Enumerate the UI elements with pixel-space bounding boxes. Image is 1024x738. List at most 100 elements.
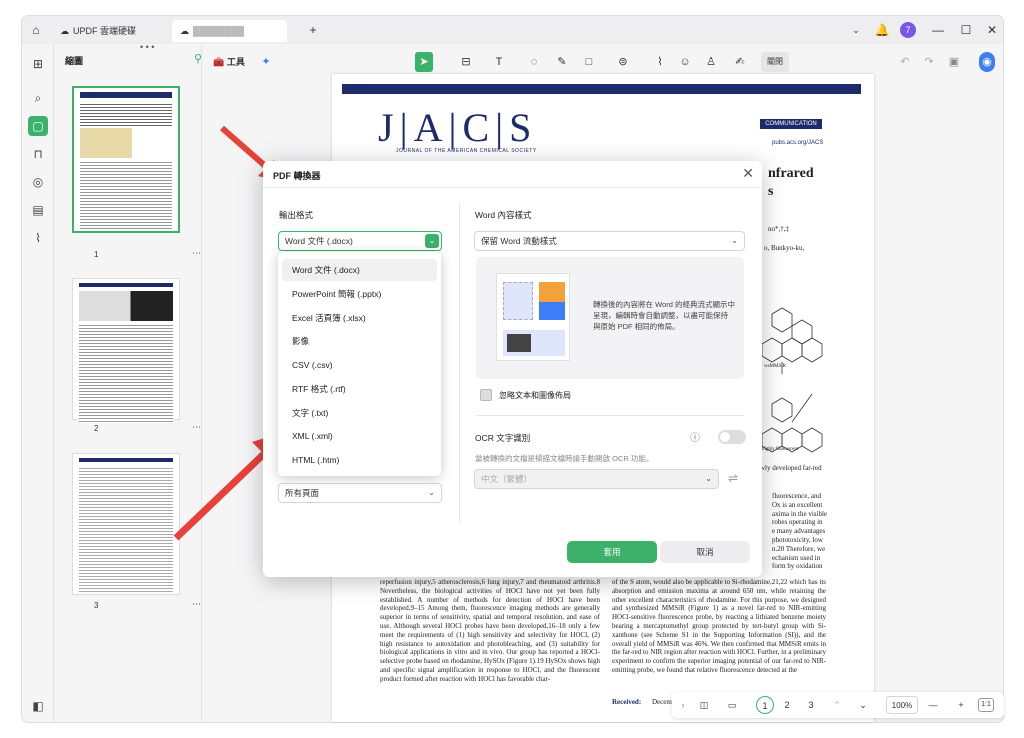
close-button[interactable]: ✕ [984, 22, 1000, 38]
output-format-value: Word 文件 (.docx) [285, 236, 353, 246]
chevron-down-icon: ⌄ [731, 236, 738, 245]
bookmark-icon[interactable]: ⊓ [28, 144, 48, 164]
rectangle-icon[interactable]: □ [582, 52, 596, 72]
page-thumbnail-1[interactable] [72, 86, 180, 233]
chevron-down-icon[interactable]: ⌄ [856, 696, 870, 714]
apps-icon[interactable]: ⊞ [28, 54, 48, 74]
title-bar: ⌂ ☁ UPDF 雲端硬碟 ☁ ████████ + ⌄ 🔔 7 — ☐ ✕ [22, 16, 1003, 44]
tab-document[interactable]: ☁ ████████ [172, 20, 287, 42]
page-range-value: 所有頁面 [285, 488, 320, 498]
redo-icon[interactable]: ↷ [922, 52, 936, 72]
format-option-htm[interactable]: HTML (.htm) [282, 449, 437, 471]
chevron-down-icon[interactable]: ⌄ [848, 22, 864, 38]
notification-badge[interactable]: 7 [900, 22, 916, 38]
home-icon[interactable]: ⌂ [28, 22, 44, 38]
output-format-select[interactable]: Word 文件 (.docx) ⌄ [278, 231, 442, 251]
reading-mode-icon[interactable]: ◫ [696, 696, 712, 714]
chevron-down-icon: ⌄ [705, 474, 712, 483]
ignore-layout-label: 忽略文本和圖像佈局 [499, 391, 571, 400]
cloud-icon: ☁ [180, 26, 189, 36]
affiliation-fragment: o, Bunkyo-ku, [764, 244, 805, 252]
zoom-in-button[interactable]: + [954, 696, 968, 714]
zoom-out-button[interactable]: — [926, 696, 940, 714]
text-box-icon[interactable]: ⊟ [459, 52, 473, 72]
page-number: 3 [94, 601, 99, 610]
chevron-up-icon[interactable]: ⌃ [830, 696, 844, 714]
minimize-button[interactable]: — [930, 22, 946, 38]
stamp-tool-icon[interactable]: ⊜ [616, 52, 630, 72]
paperclip-icon[interactable]: ⌇ [653, 52, 667, 72]
format-option-rtf[interactable]: RTF 格式 (.rtf) [282, 378, 437, 400]
signature-icon[interactable]: ✍ [730, 52, 750, 72]
zoom-level[interactable]: 100% [886, 696, 918, 714]
body-right-column: of the S atom, would also be applicable … [612, 578, 826, 674]
info-icon[interactable]: ⓘ [690, 429, 700, 444]
tab-cloud[interactable]: ☁ UPDF 雲端硬碟 [52, 20, 144, 42]
chevron-right-icon[interactable]: › [676, 696, 690, 714]
more-icon[interactable]: ⋯ [192, 599, 201, 610]
drag-handle[interactable]: • • • [140, 42, 154, 52]
undo-icon[interactable]: ↶ [898, 52, 912, 72]
word-content-select[interactable]: 保留 Word 流動樣式 ⌄ [474, 231, 745, 251]
format-dropdown: Word 文件 (.docx) PowerPoint 簡報 (.pptx) Ex… [278, 252, 441, 476]
format-option-txt[interactable]: 文字 (.txt) [282, 402, 437, 424]
page-button-1[interactable]: 1 [756, 696, 774, 714]
ocr-toggle[interactable] [718, 430, 746, 444]
cloud-sync-icon[interactable]: ◉ [979, 52, 995, 72]
highlight-icon[interactable]: ✎ [555, 52, 569, 72]
close-icon[interactable]: ✕ [742, 165, 754, 182]
tools-button[interactable]: 🧰 工具 [210, 52, 248, 72]
new-tab-button[interactable]: + [305, 22, 321, 38]
presentation-icon[interactable]: ▭ [724, 696, 740, 714]
more-icon[interactable]: ⋯ [192, 248, 201, 259]
settings-sliders-icon[interactable]: ⇌ [728, 471, 738, 485]
fit-page-icon[interactable]: 1:1 [978, 698, 994, 712]
format-option-docx[interactable]: Word 文件 (.docx) [282, 259, 437, 281]
page-range-select[interactable]: 所有頁面 ⌄ [278, 483, 442, 503]
tab-label: ████████ [193, 26, 245, 36]
cancel-button[interactable]: 取消 [660, 541, 750, 563]
sticker-icon[interactable]: ☺ [678, 52, 692, 72]
preview-description: 轉換後的內容將在 Word 的經典流式顯示中呈現，編輯時會自動調整，以盡可能保持… [593, 300, 735, 331]
page-thumbnail-2[interactable] [72, 278, 180, 423]
format-option-csv[interactable]: CSV (.csv) [282, 354, 437, 376]
maximize-button[interactable]: ☐ [958, 22, 974, 38]
thumbnails-icon[interactable]: ▢ [28, 116, 48, 136]
ai-icon[interactable]: ✦ [258, 52, 274, 72]
ocr-description: 當被轉換的文檔是掃描文檔時請手動開啟 OCR 功能。 [475, 454, 654, 463]
format-option-image[interactable]: 影像 [282, 330, 437, 352]
layers-icon[interactable]: ◧ [28, 696, 48, 716]
apply-button[interactable]: 套用 [567, 541, 657, 563]
bell-icon[interactable]: 🔔 [874, 22, 890, 38]
page-button-3[interactable]: 3 [802, 696, 820, 714]
page-thumbnail-3[interactable] [72, 453, 180, 595]
format-option-xml[interactable]: XML (.xml) [282, 425, 437, 447]
body-left-column: reperfusion injury,5 atherosclerosis,6 l… [380, 578, 600, 683]
pin-icon[interactable]: ⚲ [194, 52, 202, 65]
tools-label: 工具 [226, 57, 245, 67]
format-option-pptx[interactable]: PowerPoint 簡報 (.pptx) [282, 283, 437, 305]
page-button-2[interactable]: 2 [778, 696, 796, 714]
molecule-structures [761, 307, 823, 453]
ocr-language-select[interactable]: 中文（繁體） ⌄ [474, 469, 719, 489]
page-navigation-bar: › ◫ ▭ 1 2 3 ⌃ ⌄ 100% — + 1:1 [672, 692, 1004, 718]
save-icon[interactable]: ▣ [947, 52, 961, 72]
search-icon[interactable]: ⌕ [28, 88, 48, 108]
journal-logo: J|A|C|S [378, 105, 538, 150]
author-fragment: no*,†,‡ [768, 225, 789, 233]
text-icon[interactable]: T [492, 52, 506, 72]
attachment-icon[interactable]: ⌇ [28, 228, 48, 248]
stamp-icon[interactable]: ▤ [28, 200, 48, 220]
select-tool-icon[interactable]: ➤ [415, 52, 433, 72]
signature-stamp-icon[interactable]: ♙ [704, 52, 718, 72]
comment-tool-icon[interactable]: ◌ [527, 52, 541, 72]
journal-url: pubs.acs.org/JACS [772, 140, 824, 146]
output-format-label: 輸出格式 [279, 210, 314, 220]
format-option-xlsx[interactable]: Excel 活頁簿 (.xlsx) [282, 307, 437, 329]
left-rail: ⊞ ⌕ ▢ ⊓ ◎ ▤ ⌇ ◧ [22, 44, 54, 722]
close-tool-button[interactable]: 關閉 [761, 52, 789, 72]
ignore-layout-checkbox[interactable] [480, 389, 492, 401]
cloud-icon: ☁ [60, 26, 69, 36]
comment-icon[interactable]: ◎ [28, 172, 48, 192]
dialog-title: PDF 轉換器 [273, 171, 321, 181]
